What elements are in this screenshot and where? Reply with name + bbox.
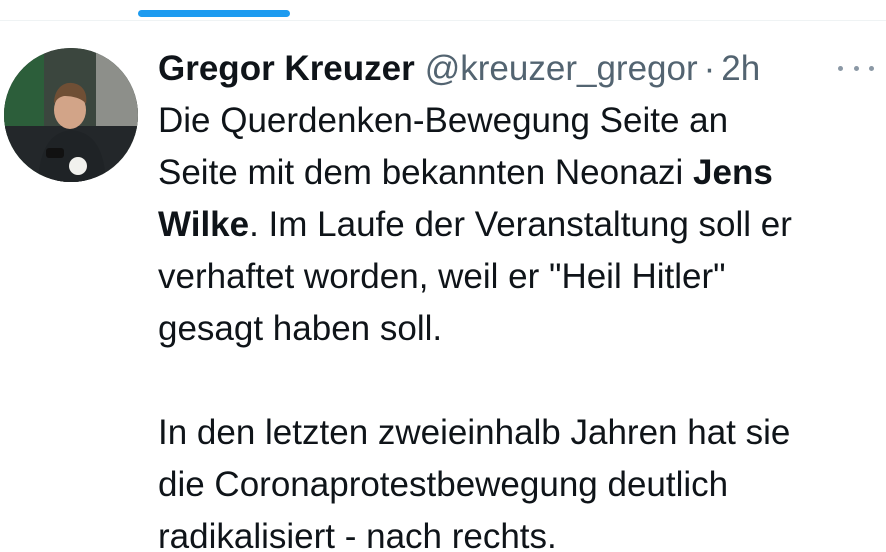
active-tab-indicator bbox=[138, 10, 290, 17]
tweet-line: Wilke. Im Laufe der Veranstaltung soll e… bbox=[158, 205, 792, 244]
tweet-line: die Coronaprotestbewegung deutlich bbox=[158, 465, 728, 504]
header-separator: · bbox=[703, 49, 716, 88]
tweet-line: Die Querdenken-Bewegung Seite an bbox=[158, 101, 728, 140]
text-run: verhaftet worden, weil er "Heil Hitler" bbox=[158, 257, 726, 296]
tweet-page: Gregor Kreuzer @kreuzer_gregor · 2h Die … bbox=[0, 0, 886, 552]
tweet-line: gesagt haben soll. bbox=[158, 309, 442, 348]
tweet-line: radikalisiert - nach rechts. bbox=[158, 517, 557, 552]
text-run: Seite mit dem bekannten Neonazi bbox=[158, 153, 694, 192]
text-run: radikalisiert - nach rechts. bbox=[158, 517, 557, 552]
avatar[interactable] bbox=[4, 48, 138, 182]
tweet-content: Gregor Kreuzer @kreuzer_gregor · 2h Die … bbox=[158, 44, 878, 552]
bold-name-run: Jens bbox=[693, 153, 773, 192]
text-run: gesagt haben soll. bbox=[158, 309, 443, 348]
tweet-line: Seite mit dem bekannten Neonazi Jens bbox=[158, 153, 773, 192]
text-run: In den letzten zweieinhalb Jahren hat si… bbox=[158, 413, 791, 452]
ellipsis-icon bbox=[853, 65, 859, 71]
avatar-photo-icon bbox=[4, 48, 138, 182]
tweet-paragraph: In den letzten zweieinhalb Jahren hat si… bbox=[158, 407, 878, 552]
tweet-header: Gregor Kreuzer @kreuzer_gregor · 2h bbox=[158, 44, 878, 94]
divider bbox=[0, 20, 886, 21]
author-handle[interactable]: @kreuzer_gregor bbox=[425, 44, 698, 94]
tweet-paragraph: Die Querdenken-Bewegung Seite an Seite m… bbox=[158, 95, 878, 355]
tweet-line: verhaftet worden, weil er "Heil Hitler" bbox=[158, 257, 726, 296]
ellipsis-icon bbox=[838, 65, 843, 71]
text-run: . Im Laufe der Veranstaltung soll er bbox=[249, 205, 792, 244]
more-options-button[interactable] bbox=[834, 56, 878, 80]
tweet-timestamp[interactable]: 2h bbox=[721, 44, 760, 94]
bold-name-run: Wilke bbox=[158, 205, 250, 244]
text-run: die Coronaprotestbewegung deutlich bbox=[158, 465, 729, 504]
tweet-text: Die Querdenken-Bewegung Seite an Seite m… bbox=[158, 95, 878, 552]
text-run: Die Querdenken-Bewegung Seite an bbox=[158, 101, 729, 140]
ellipsis-icon bbox=[869, 65, 874, 71]
author-display-name[interactable]: Gregor Kreuzer bbox=[158, 44, 415, 94]
tweet-line: In den letzten zweieinhalb Jahren hat si… bbox=[158, 413, 790, 452]
